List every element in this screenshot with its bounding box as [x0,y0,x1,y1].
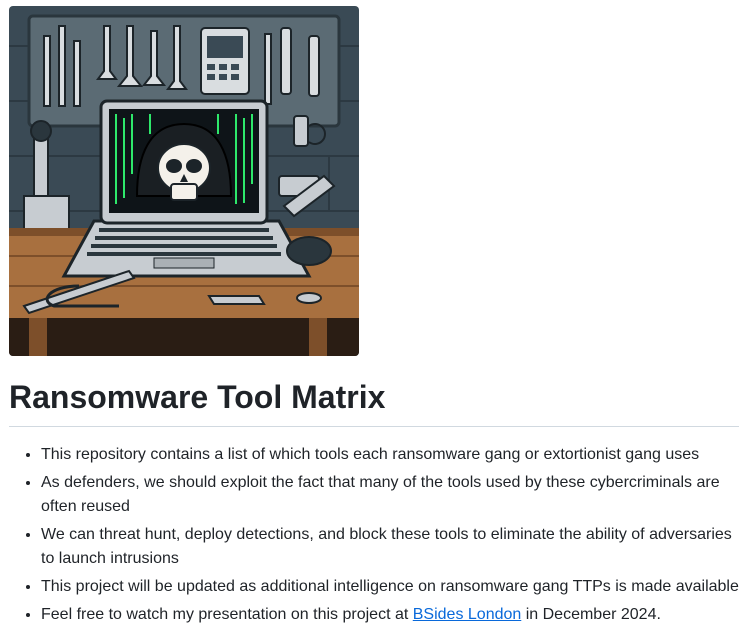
readme-content: Ransomware Tool Matrix This repository c… [9,6,739,627]
description-list: This repository contains a list of which… [9,443,739,627]
list-item: This project will be updated as addition… [41,575,739,599]
hero-illustration [9,6,359,356]
presentation-text-suffix: in December 2024. [521,606,661,623]
list-item: As defenders, we should exploit the fact… [41,471,739,519]
list-item: We can threat hunt, deploy detections, a… [41,523,739,571]
presentation-text-prefix: Feel free to watch my presentation on th… [41,606,413,623]
list-item: This repository contains a list of which… [41,443,739,467]
hacker-workbench-icon [9,6,359,356]
page-title: Ransomware Tool Matrix [9,376,739,427]
bsides-london-link[interactable]: BSides London [413,606,522,623]
list-item: Feel free to watch my presentation on th… [41,603,739,627]
